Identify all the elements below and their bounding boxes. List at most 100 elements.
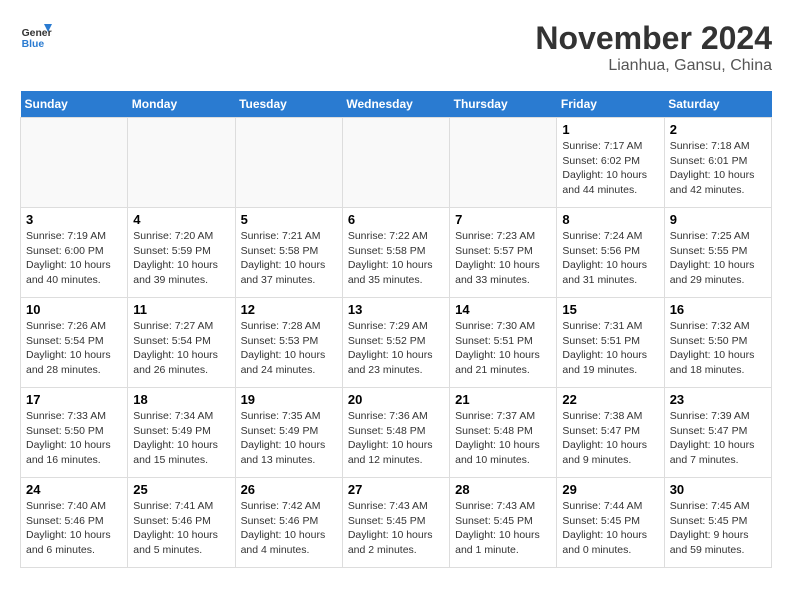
day-info: Sunrise: 7:17 AM Sunset: 6:02 PM Dayligh… bbox=[562, 139, 658, 198]
day-info: Sunrise: 7:33 AM Sunset: 5:50 PM Dayligh… bbox=[26, 409, 122, 468]
week-row-2: 3 Sunrise: 7:19 AM Sunset: 6:00 PM Daylig… bbox=[21, 208, 772, 298]
day-number: 19 bbox=[241, 392, 337, 407]
day-info: Sunrise: 7:24 AM Sunset: 5:56 PM Dayligh… bbox=[562, 229, 658, 288]
day-number: 28 bbox=[455, 482, 551, 497]
calendar-cell bbox=[342, 118, 449, 208]
day-number: 6 bbox=[348, 212, 444, 227]
calendar-cell: 15 Sunrise: 7:31 AM Sunset: 5:51 PM Dayli… bbox=[557, 298, 664, 388]
calendar-cell: 9 Sunrise: 7:25 AM Sunset: 5:55 PM Daylig… bbox=[664, 208, 771, 298]
day-info: Sunrise: 7:21 AM Sunset: 5:58 PM Dayligh… bbox=[241, 229, 337, 288]
day-info: Sunrise: 7:40 AM Sunset: 5:46 PM Dayligh… bbox=[26, 499, 122, 558]
calendar-cell: 18 Sunrise: 7:34 AM Sunset: 5:49 PM Dayli… bbox=[128, 388, 235, 478]
day-info: Sunrise: 7:32 AM Sunset: 5:50 PM Dayligh… bbox=[670, 319, 766, 378]
calendar-cell bbox=[128, 118, 235, 208]
day-number: 4 bbox=[133, 212, 229, 227]
location: Lianhua, Gansu, China bbox=[535, 57, 772, 75]
calendar-cell: 5 Sunrise: 7:21 AM Sunset: 5:58 PM Daylig… bbox=[235, 208, 342, 298]
day-info: Sunrise: 7:20 AM Sunset: 5:59 PM Dayligh… bbox=[133, 229, 229, 288]
week-row-4: 17 Sunrise: 7:33 AM Sunset: 5:50 PM Dayli… bbox=[21, 388, 772, 478]
day-info: Sunrise: 7:28 AM Sunset: 5:53 PM Dayligh… bbox=[241, 319, 337, 378]
month-title: November 2024 bbox=[535, 20, 772, 57]
day-number: 26 bbox=[241, 482, 337, 497]
calendar-cell: 11 Sunrise: 7:27 AM Sunset: 5:54 PM Dayli… bbox=[128, 298, 235, 388]
calendar-cell: 16 Sunrise: 7:32 AM Sunset: 5:50 PM Dayli… bbox=[664, 298, 771, 388]
weekday-header-thursday: Thursday bbox=[450, 91, 557, 118]
calendar-table: SundayMondayTuesdayWednesdayThursdayFrid… bbox=[20, 91, 772, 568]
day-info: Sunrise: 7:39 AM Sunset: 5:47 PM Dayligh… bbox=[670, 409, 766, 468]
calendar-cell: 21Sunrise: 7:37 AM Sunset: 5:48 PM Dayli… bbox=[450, 388, 557, 478]
week-row-5: 24 Sunrise: 7:40 AM Sunset: 5:46 PM Dayli… bbox=[21, 478, 772, 568]
day-info: Sunrise: 7:25 AM Sunset: 5:55 PM Dayligh… bbox=[670, 229, 766, 288]
calendar-cell: 1 Sunrise: 7:17 AM Sunset: 6:02 PM Daylig… bbox=[557, 118, 664, 208]
day-info: Sunrise: 7:19 AM Sunset: 6:00 PM Dayligh… bbox=[26, 229, 122, 288]
day-number: 5 bbox=[241, 212, 337, 227]
logo-icon: General Blue bbox=[20, 20, 52, 52]
day-number: 16 bbox=[670, 302, 766, 317]
day-info: Sunrise: 7:30 AM Sunset: 5:51 PM Dayligh… bbox=[455, 319, 551, 378]
day-number: 10 bbox=[26, 302, 122, 317]
calendar-cell: 12 Sunrise: 7:28 AM Sunset: 5:53 PM Dayli… bbox=[235, 298, 342, 388]
day-info: Sunrise: 7:23 AM Sunset: 5:57 PM Dayligh… bbox=[455, 229, 551, 288]
calendar-cell: 24 Sunrise: 7:40 AM Sunset: 5:46 PM Dayli… bbox=[21, 478, 128, 568]
day-info: Sunrise: 7:35 AM Sunset: 5:49 PM Dayligh… bbox=[241, 409, 337, 468]
calendar-cell: 2 Sunrise: 7:18 AM Sunset: 6:01 PM Daylig… bbox=[664, 118, 771, 208]
day-info: Sunrise: 7:26 AM Sunset: 5:54 PM Dayligh… bbox=[26, 319, 122, 378]
day-number: 11 bbox=[133, 302, 229, 317]
calendar-cell: 14Sunrise: 7:30 AM Sunset: 5:51 PM Dayli… bbox=[450, 298, 557, 388]
day-number: 18 bbox=[133, 392, 229, 407]
svg-text:Blue: Blue bbox=[22, 39, 45, 50]
day-info: Sunrise: 7:31 AM Sunset: 5:51 PM Dayligh… bbox=[562, 319, 658, 378]
day-number: 17 bbox=[26, 392, 122, 407]
day-number: 7 bbox=[455, 212, 551, 227]
calendar-cell: 8Sunrise: 7:24 AM Sunset: 5:56 PM Daylig… bbox=[557, 208, 664, 298]
day-info: Sunrise: 7:44 AM Sunset: 5:45 PM Dayligh… bbox=[562, 499, 658, 558]
calendar-cell: 26 Sunrise: 7:42 AM Sunset: 5:46 PM Dayli… bbox=[235, 478, 342, 568]
calendar-cell bbox=[235, 118, 342, 208]
day-number: 3 bbox=[26, 212, 122, 227]
day-number: 13 bbox=[348, 302, 444, 317]
day-info: Sunrise: 7:42 AM Sunset: 5:46 PM Dayligh… bbox=[241, 499, 337, 558]
day-number: 21 bbox=[455, 392, 551, 407]
calendar-cell: 10 Sunrise: 7:26 AM Sunset: 5:54 PM Dayli… bbox=[21, 298, 128, 388]
day-number: 12 bbox=[241, 302, 337, 317]
day-number: 23 bbox=[670, 392, 766, 407]
day-number: 1 bbox=[562, 122, 658, 137]
day-number: 9 bbox=[670, 212, 766, 227]
weekday-header-monday: Monday bbox=[128, 91, 235, 118]
day-number: 24 bbox=[26, 482, 122, 497]
calendar-cell: 22 Sunrise: 7:38 AM Sunset: 5:47 PM Dayli… bbox=[557, 388, 664, 478]
calendar-cell: 6 Sunrise: 7:22 AM Sunset: 5:58 PM Daylig… bbox=[342, 208, 449, 298]
calendar-cell: 20 Sunrise: 7:36 AM Sunset: 5:48 PM Dayli… bbox=[342, 388, 449, 478]
day-number: 2 bbox=[670, 122, 766, 137]
calendar-cell: 25Sunrise: 7:41 AM Sunset: 5:46 PM Dayli… bbox=[128, 478, 235, 568]
page-header: General Blue November 2024 Lianhua, Gans… bbox=[20, 20, 772, 75]
day-number: 20 bbox=[348, 392, 444, 407]
calendar-cell: 17 Sunrise: 7:33 AM Sunset: 5:50 PM Dayli… bbox=[21, 388, 128, 478]
day-number: 27 bbox=[348, 482, 444, 497]
day-number: 22 bbox=[562, 392, 658, 407]
day-number: 15 bbox=[562, 302, 658, 317]
calendar-cell: 19 Sunrise: 7:35 AM Sunset: 5:49 PM Dayli… bbox=[235, 388, 342, 478]
day-info: Sunrise: 7:27 AM Sunset: 5:54 PM Dayligh… bbox=[133, 319, 229, 378]
day-info: Sunrise: 7:34 AM Sunset: 5:49 PM Dayligh… bbox=[133, 409, 229, 468]
day-number: 30 bbox=[670, 482, 766, 497]
weekday-header-saturday: Saturday bbox=[664, 91, 771, 118]
calendar-cell: 4 Sunrise: 7:20 AM Sunset: 5:59 PM Daylig… bbox=[128, 208, 235, 298]
logo: General Blue bbox=[20, 20, 56, 52]
weekday-header-sunday: Sunday bbox=[21, 91, 128, 118]
weekday-header-friday: Friday bbox=[557, 91, 664, 118]
calendar-cell: 28Sunrise: 7:43 AM Sunset: 5:45 PM Dayli… bbox=[450, 478, 557, 568]
calendar-cell: 3 Sunrise: 7:19 AM Sunset: 6:00 PM Daylig… bbox=[21, 208, 128, 298]
calendar-cell bbox=[21, 118, 128, 208]
calendar-cell: 29Sunrise: 7:44 AM Sunset: 5:45 PM Dayli… bbox=[557, 478, 664, 568]
day-info: Sunrise: 7:18 AM Sunset: 6:01 PM Dayligh… bbox=[670, 139, 766, 198]
day-info: Sunrise: 7:45 AM Sunset: 5:45 PM Dayligh… bbox=[670, 499, 766, 558]
day-info: Sunrise: 7:41 AM Sunset: 5:46 PM Dayligh… bbox=[133, 499, 229, 558]
calendar-cell: 27Sunrise: 7:43 AM Sunset: 5:45 PM Dayli… bbox=[342, 478, 449, 568]
day-info: Sunrise: 7:36 AM Sunset: 5:48 PM Dayligh… bbox=[348, 409, 444, 468]
day-info: Sunrise: 7:22 AM Sunset: 5:58 PM Dayligh… bbox=[348, 229, 444, 288]
day-info: Sunrise: 7:38 AM Sunset: 5:47 PM Dayligh… bbox=[562, 409, 658, 468]
calendar-cell: 30 Sunrise: 7:45 AM Sunset: 5:45 PM Dayli… bbox=[664, 478, 771, 568]
week-row-3: 10 Sunrise: 7:26 AM Sunset: 5:54 PM Dayli… bbox=[21, 298, 772, 388]
weekday-header-row: SundayMondayTuesdayWednesdayThursdayFrid… bbox=[21, 91, 772, 118]
